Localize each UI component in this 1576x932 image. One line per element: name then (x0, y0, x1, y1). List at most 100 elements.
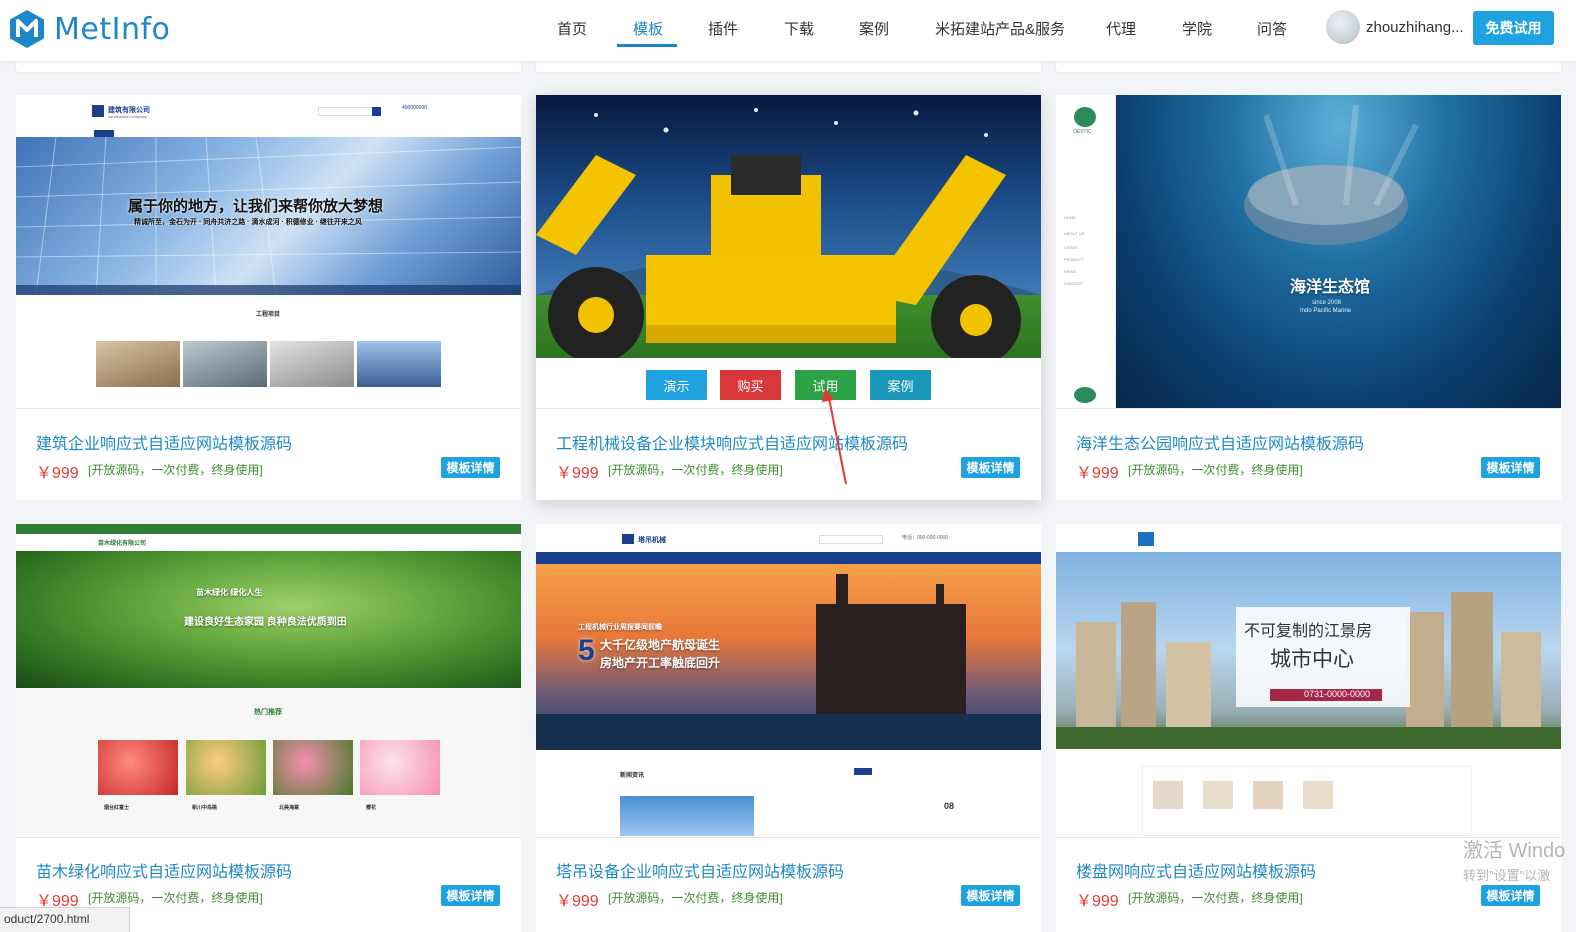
preview-news-date: 08 (944, 801, 955, 811)
preview-search-box (318, 107, 380, 116)
preview-banner-title: 海洋生态馆 (1290, 277, 1371, 296)
preview-banner: 工程机械行业周报要闻前瞻 5 大千亿级地产航母诞生 房地产开工率触底回升 (536, 564, 1041, 750)
preview-product-name: 北美海棠 (279, 805, 300, 811)
watermark-line2: 转到"设置"以激 (1463, 868, 1551, 883)
preview-product-image (186, 740, 266, 795)
preview-company: 苗木绿化有限公司 (98, 541, 147, 547)
card-divider (16, 837, 521, 838)
free-trial-button[interactable]: 免费试用 (1473, 11, 1554, 45)
preview-footer-logo (1074, 387, 1096, 403)
template-card[interactable]: 塔吊机械 电话：000-000-0000 工程机械行业周报要闻前瞻 5 大千亿级… (536, 524, 1041, 932)
nav-home[interactable]: 首页 (557, 18, 587, 39)
nav-templates[interactable]: 模板 (633, 18, 663, 39)
template-thumbnail[interactable]: 建筑有限公司 construction company 400000000 属于… (16, 95, 521, 408)
preview-banner-strip (16, 285, 521, 295)
nav-download[interactable]: 下载 (784, 18, 814, 39)
preview-menu-item: CONTACT (1064, 281, 1084, 286)
template-detail-button[interactable]: 模板详情 (1481, 885, 1540, 906)
template-thumbnail[interactable]: 苗木绿化有限公司 苗木绿化 绿化人生 建设良好生态家园 良种良法优质到田 热门推… (16, 524, 521, 836)
preview-banner: 属于你的地方，让我们来帮你放大梦想 精诚所至，金石为开 · 同舟共济之路 · 滴… (16, 137, 521, 295)
user-menu[interactable]: zhouzhihang... (1326, 10, 1464, 44)
preview-news-image (620, 796, 754, 836)
avatar[interactable] (1326, 10, 1360, 44)
template-title[interactable]: 工程机械设备企业模块响应式自适应网站模板源码 (556, 430, 908, 454)
preview-section-title: 工程项目 (256, 312, 281, 318)
nav-plugins[interactable]: 插件 (708, 18, 738, 39)
template-card[interactable]: 苗木绿化有限公司 苗木绿化 绿化人生 建设良好生态家园 良种良法优质到田 热门推… (16, 524, 521, 932)
template-card[interactable]: 演示 购买 试用 案例 工程机械设备企业模块响应式自适应网站模板源码 ￥999 … (536, 95, 1041, 500)
windows-activation-watermark: 激活 Windo 转到"设置"以激 (1463, 834, 1565, 884)
case-button[interactable]: 案例 (870, 370, 931, 400)
browser-status-url: oduct/2700.html (0, 907, 130, 932)
preview-brand: OESTIC (1073, 129, 1092, 135)
template-price: ￥999 (1076, 893, 1119, 910)
nav-cases[interactable]: 案例 (859, 18, 889, 39)
preview-headline1: 大千亿级地产航母诞生 (600, 638, 721, 652)
preview-product-name: 烟台红富士 (104, 805, 130, 811)
preview-banner-line2: 建设良好生态家园 良种良法优质到田 (184, 617, 347, 628)
card-divider (1056, 408, 1561, 409)
template-thumbnail[interactable]: 塔吊机械 电话：000-000-0000 工程机械行业周报要闻前瞻 5 大千亿级… (536, 524, 1041, 836)
metinfo-logo[interactable]: MetInfo (8, 8, 170, 50)
glass-building-graphic (16, 137, 521, 295)
preview-product-image (360, 740, 440, 795)
template-title[interactable]: 海洋生态公园响应式自适应网站模板源码 (1076, 430, 1364, 454)
template-card[interactable]: OESTIC HOME ABOUT US CASES PRODUCT NEWS … (1056, 95, 1561, 500)
preview-menu-item: ABOUT US (1064, 231, 1085, 236)
logo-text: MetInfo (54, 11, 171, 47)
preview-product-name: 新川中岛桃 (192, 805, 218, 811)
trial-button[interactable]: 试用 (795, 370, 856, 400)
preview-banner: 苗木绿化 绿化人生 建设良好生态家园 良种良法优质到田 (16, 551, 521, 688)
previous-card-edge (536, 61, 1041, 72)
preview-product-image (98, 740, 178, 795)
template-license-note: [开放源码，一次付费，终身使用] (1128, 463, 1303, 477)
nav-qa[interactable]: 问答 (1257, 18, 1287, 39)
fish-school-graphic (1244, 104, 1419, 245)
template-license-note: [开放源码，一次付费，终身使用] (608, 891, 783, 905)
preview-nav-bar (536, 552, 1041, 564)
template-detail-button[interactable]: 模板详情 (441, 457, 500, 478)
nav-agent[interactable]: 代理 (1106, 18, 1136, 39)
preview-banner: 不可复制的江景房 城市中心 0731-0000-0000 (1056, 552, 1561, 749)
template-thumbnail[interactable]: 演示 购买 试用 案例 (536, 95, 1041, 408)
preview-subslogan: 精诚所至，金石为开 · 同舟共济之路 · 滴水成河 · 积德修业 · 继往开来之… (134, 219, 362, 226)
preview-sidebar: OESTIC HOME ABOUT US CASES PRODUCT NEWS … (1056, 95, 1116, 408)
preview-headline-panel: 不可复制的江景房 城市中心 0731-0000-0000 (1236, 607, 1410, 707)
preview-logo-icon (622, 534, 634, 544)
username[interactable]: zhouzhihang... (1366, 19, 1464, 36)
preview-logo-icon (1138, 532, 1154, 546)
nav-academy[interactable]: 学院 (1182, 18, 1212, 39)
card-divider (536, 408, 1041, 409)
preview-slogan: 属于你的地方，让我们来帮你放大梦想 (128, 198, 384, 215)
template-detail-button[interactable]: 模板详情 (961, 457, 1020, 478)
card-divider (16, 408, 521, 409)
preview-news-title: 新闻资讯 (620, 773, 645, 779)
preview-header: 建筑有限公司 construction company 400000000 (16, 95, 521, 137)
template-title[interactable]: 苗木绿化响应式自适应网站模板源码 (36, 858, 292, 882)
template-detail-button[interactable]: 模板详情 (1481, 457, 1540, 478)
demo-button[interactable]: 演示 (646, 370, 707, 400)
template-detail-button[interactable]: 模板详情 (961, 885, 1020, 906)
preview-banner-line1: 苗木绿化 绿化人生 (196, 588, 263, 597)
previous-card-edge (1056, 61, 1561, 72)
template-title[interactable]: 塔吊设备企业响应式自适应网站模板源码 (556, 858, 844, 882)
preview-product-name: 樱花 (366, 805, 377, 811)
preview-phone: 400000000 (402, 105, 428, 111)
nav-products-services[interactable]: 米拓建站产品&服务 (935, 18, 1065, 39)
preview-phone: 0731-0000-0000 (1304, 689, 1371, 699)
preview-search-box (819, 535, 883, 544)
card-divider (536, 837, 1041, 838)
buy-button[interactable]: 购买 (720, 370, 781, 400)
template-title[interactable]: 楼盘网响应式自适应网站模板源码 (1076, 858, 1316, 882)
preview-product-image (273, 740, 353, 795)
template-detail-button[interactable]: 模板详情 (441, 885, 500, 906)
template-thumbnail[interactable]: 不可复制的江景房 城市中心 0731-0000-0000 (1056, 524, 1561, 836)
template-card[interactable]: 建筑有限公司 construction company 400000000 属于… (16, 95, 521, 500)
template-title[interactable]: 建筑企业响应式自适应网站模板源码 (36, 430, 292, 454)
template-license-note: [开放源码，一次付费，终身使用] (88, 891, 263, 905)
preview-section-title: 热门推荐 (254, 709, 282, 716)
preview-menu-item: CASES (1064, 245, 1078, 250)
template-thumbnail[interactable]: OESTIC HOME ABOUT US CASES PRODUCT NEWS … (1056, 95, 1561, 408)
previous-card-edge (16, 61, 521, 72)
preview-headline2: 城市中心 (1270, 647, 1354, 671)
